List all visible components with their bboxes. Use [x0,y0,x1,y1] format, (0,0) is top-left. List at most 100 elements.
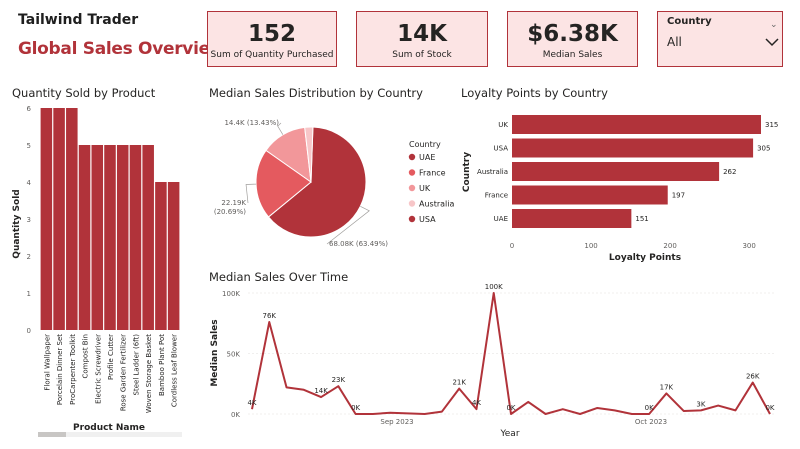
chart-loyalty-points: UK 315 USA 305 Australia 262 France 197 UAE 151 0 1… [462,115,778,263]
data-label: 100K [485,283,503,291]
legend-item: UAE [419,153,435,162]
data-label: 17K [660,383,674,391]
chevron-down-icon[interactable] [765,32,779,51]
chart-title-loyalty: Loyalty Points by Country [461,86,608,100]
x-tick-label: Electric Screwdriver [94,334,102,404]
x-tick-label: Compost Bin [82,334,90,379]
data-label: 14K [314,387,328,395]
data-label: 0K [645,404,654,412]
bar-australia [512,162,720,181]
legend-item: UK [419,184,431,193]
data-label: 305 [757,145,770,153]
x-tick-label: Cordless Leaf Blower [171,334,179,407]
legend-title: Country [409,140,441,149]
y-tick-label: 4 [27,179,32,187]
data-label: 68.08K (63.49%) [329,240,388,248]
y-tick-label: 1 [27,290,31,298]
data-label: 315 [765,121,778,129]
y-tick-label: 5 [27,142,31,150]
kpi-card-median-sales: $6.38K Median Sales [507,11,638,67]
bar-floral-wallpaper [40,108,53,330]
x-tick-label: Floral Wallpaper [43,334,51,391]
chart-title-line: Median Sales Over Time [209,270,349,284]
x-tick-label: 300 [742,242,755,250]
bar-woven-storage-basket [142,145,154,330]
data-label: 26K [746,373,760,381]
bar-france [512,185,668,205]
chart-title-quantity: Quantity Sold by Product [12,86,156,100]
x-axis-title: Loyalty Points [609,253,681,263]
data-label: 0K [506,404,515,412]
legend-marker [408,169,416,176]
y-tick-label: 2 [27,253,31,261]
bar-bamboo-plant-pot [155,182,167,330]
chart-title-pie: Median Sales Distribution by Country [209,86,423,100]
bar-electric-screwdriver [91,145,104,330]
data-label: (20.69%) [214,208,246,216]
bar-profile-cutter [104,145,116,330]
data-label: 22.19K [221,199,246,207]
x-tick-label: 0 [510,242,514,250]
kpi-value: 152 [247,21,296,47]
slicer-label: Country [667,16,712,27]
x-tick-label: 100 [584,242,597,250]
slicer-value: All [667,35,682,49]
y-tick-label: 50K [227,351,241,359]
data-label: 197 [672,192,685,200]
x-tick-label: Bamboo Plant Pot [158,334,166,396]
x-tick-label: Rose Garden Fertilizer [120,334,128,411]
legend-marker [408,215,416,223]
y-tick-label: 0 [27,327,31,335]
leader-line [245,183,257,204]
x-tick-label: 200 [663,242,676,250]
kpi-label: Sum of Stock [392,50,452,60]
y-tick-label: 6 [27,105,32,113]
bar-steel-ladder-6ft- [129,145,142,330]
chevron-down-small-icon[interactable]: ⌄ [770,20,778,30]
x-tick-label: Oct 2023 [635,418,667,426]
legend-item: Australia [419,200,454,209]
chart-quantity-by-product: 0 1 2 3 4 5 6 Floral Wallpaper Porcelain Dinner … [12,105,182,437]
data-label: 262 [723,168,736,176]
y-tick-label: France [485,192,508,200]
data-label: 4K [247,399,256,407]
legend-item: France [419,169,446,178]
x-tick-label: Steel Ladder (6ft) [132,334,140,396]
data-label: 3K [696,400,705,408]
y-axis-title: Quantity Sold [12,189,22,258]
x-axis-title: Product Name [73,423,145,433]
data-label: 23K [332,376,346,384]
y-tick-label: 0K [231,411,240,419]
y-tick-label: UK [498,121,508,129]
brand-name: Tailwind Trader [18,12,139,28]
bar-uk [512,115,761,134]
chart-median-sales-time: 0K 50K 100K 4K 76K 14K 23K 0K 21K 4K 100K 0K 0K 17K 3K… [210,283,775,439]
kpi-card-stock: 14K Sum of Stock [356,11,488,67]
bar-rose-garden-fertilizer [116,145,129,330]
data-label: 0K [351,404,360,412]
y-tick-label: 100K [222,290,240,298]
legend-marker [408,153,416,161]
y-axis-title: Median Sales [210,319,220,386]
data-label: 76K [263,312,277,320]
y-axis-title: Country [462,152,472,192]
chart-median-sales-pie: 68.08K (63.49%) 22.19K(20.69%) 14.4K (13.4… [214,119,455,248]
kpi-label: Sum of Quantity Purchased [210,50,334,60]
bar-usa [512,138,754,158]
kpi-label: Median Sales [542,50,603,60]
country-slicer[interactable]: Country ⌄ All [657,11,783,67]
x-tick-label: Profile Cutter [107,334,115,380]
legend-marker [408,200,416,207]
bar-uae [512,209,632,228]
x-tick-label: ProCarpenter Toolkit [69,334,77,405]
bar-procarpenter-toolkit [66,108,78,330]
kpi-value: 14K [397,21,447,47]
legend-item: USA [419,215,436,224]
kpi-value: $6.38K [527,21,618,47]
scrollbar-thumb [38,432,66,437]
kpi-card-quantity: 152 Sum of Quantity Purchased [207,11,337,67]
data-label: 21K [452,379,466,387]
page-title: Global Sales Overview [18,39,226,59]
data-label: 151 [635,215,648,223]
bar-cordless-leaf-blower [167,182,180,330]
